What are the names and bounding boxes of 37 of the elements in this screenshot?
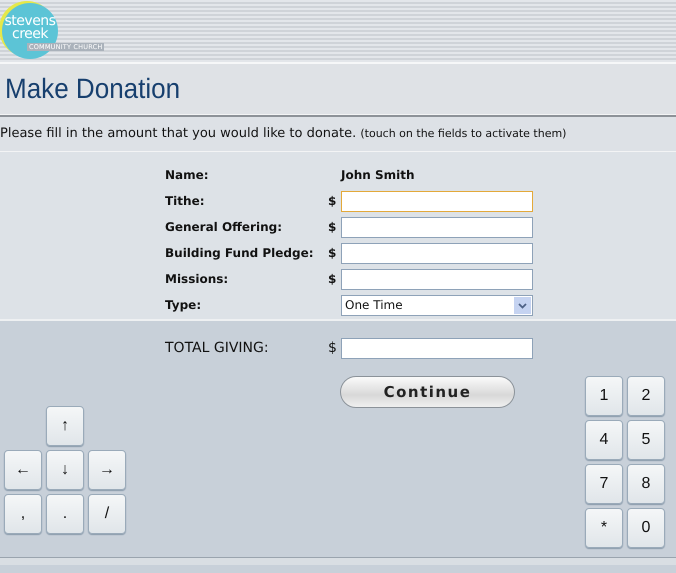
currency-sign: $ bbox=[328, 245, 338, 262]
amount-field[interactable] bbox=[341, 190, 533, 212]
currency-sign: $ bbox=[328, 271, 338, 288]
name-value: John Smith bbox=[341, 167, 416, 184]
type-dropdown[interactable]: One Time bbox=[341, 294, 533, 316]
key-button[interactable]: ↑ bbox=[46, 406, 84, 446]
field-label: Type: bbox=[165, 297, 202, 314]
key-button[interactable]: 0 bbox=[627, 508, 665, 548]
key-button[interactable]: * bbox=[585, 508, 623, 548]
key-button[interactable]: 2 bbox=[627, 376, 665, 416]
key-button[interactable]: ↓ bbox=[46, 450, 84, 490]
field-label: Missions: bbox=[165, 271, 230, 288]
key-button[interactable]: . bbox=[46, 494, 84, 534]
key-button[interactable]: , bbox=[4, 494, 42, 534]
key-button[interactable]: 7 bbox=[585, 464, 623, 504]
field-label: Building Fund Pledge: bbox=[165, 245, 315, 262]
key-button[interactable]: ← bbox=[4, 450, 42, 490]
currency-sign: $ bbox=[328, 193, 338, 210]
total-label: TOTAL GIVING: bbox=[165, 338, 270, 358]
instruction-text: Please fill in the amount that you would like to donate. (touch on the fields to activate them) bbox=[0, 125, 566, 144]
continue-button[interactable]: Continue bbox=[340, 376, 515, 408]
key-button[interactable]: / bbox=[88, 494, 126, 534]
amount-field[interactable] bbox=[341, 242, 533, 264]
field-label: General Offering: bbox=[165, 219, 283, 236]
amount-field[interactable] bbox=[341, 268, 533, 290]
field-label: Tithe: bbox=[165, 193, 206, 210]
key-button[interactable]: → bbox=[88, 450, 126, 490]
total-field[interactable] bbox=[341, 338, 533, 358]
key-button[interactable]: 5 bbox=[627, 420, 665, 460]
field-label: Name: bbox=[165, 167, 210, 184]
key-button[interactable]: 8 bbox=[627, 464, 665, 504]
amount-field[interactable] bbox=[341, 216, 533, 238]
page-title: Make Donation bbox=[5, 72, 180, 106]
currency-sign: $ bbox=[328, 219, 338, 236]
key-button[interactable]: 1 bbox=[585, 376, 623, 416]
currency-sign: $ bbox=[328, 338, 338, 358]
key-button[interactable]: 4 bbox=[585, 420, 623, 460]
